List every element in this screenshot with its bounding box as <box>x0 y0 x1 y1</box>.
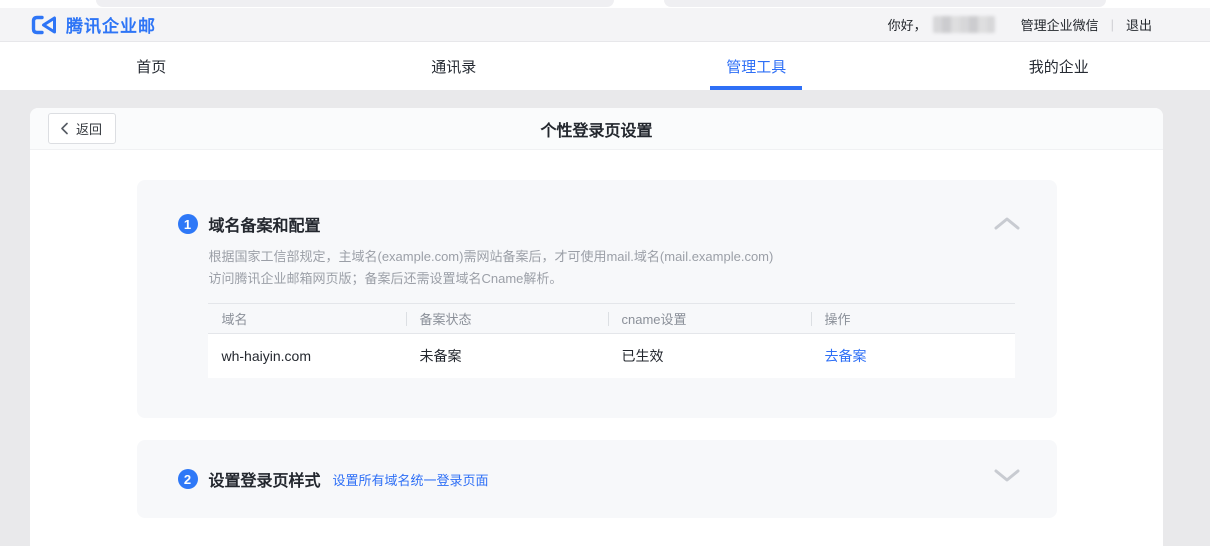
chevron-left-icon <box>60 122 69 135</box>
domain-table-header: 域名 备案状态 cname设置 操作 <box>208 303 1015 334</box>
chevron-down-icon[interactable] <box>994 468 1020 483</box>
section1-description-line2: 访问腾讯企业邮箱网页版；备案后还需设置域名Cname解析。 <box>209 268 1017 290</box>
cell-icp-status: 未备案 <box>406 346 608 366</box>
chevron-up-icon[interactable] <box>994 216 1020 231</box>
nav-tab-admin-tools[interactable]: 管理工具 <box>605 42 908 90</box>
section1-title: 域名备案和配置 <box>209 212 321 236</box>
topbar-right: 你好， 管理企业微信 | 退出 <box>888 15 1152 34</box>
back-button-label: 返回 <box>76 119 102 138</box>
nav-tab-home[interactable]: 首页 <box>0 42 303 90</box>
browser-remnant-strip <box>0 0 1210 8</box>
exmail-logo-icon <box>30 14 58 36</box>
cell-cname-status: 已生效 <box>608 346 811 366</box>
section1-description-line1: 根据国家工信部规定，主域名(example.com)需网站备案后，才可使用mai… <box>209 246 1017 268</box>
cell-domain: wh-haiyin.com <box>208 348 406 364</box>
exmail-logo-text: 腾讯企业邮 <box>66 12 156 37</box>
logout-link[interactable]: 退出 <box>1126 15 1152 34</box>
content-panel: 返回 个性登录页设置 1 域名备案和配置 根据国家工信部规定，主域名(examp… <box>30 108 1163 546</box>
section2-title: 设置登录页样式 <box>209 467 321 491</box>
domain-table: 域名 备案状态 cname设置 操作 wh-haiyin.com 未备案 已生效… <box>208 303 1015 378</box>
main-area: 返回 个性登录页设置 1 域名备案和配置 根据国家工信部规定，主域名(examp… <box>0 90 1210 546</box>
back-button[interactable]: 返回 <box>48 113 116 144</box>
page-body: 1 域名备案和配置 根据国家工信部规定，主域名(example.com)需网站备… <box>30 150 1163 518</box>
unified-login-page-link[interactable]: 设置所有域名统一登录页面 <box>333 470 489 489</box>
section-login-style-card: 2 设置登录页样式 设置所有域名统一登录页面 <box>137 440 1057 518</box>
col-header-icp-status: 备案状态 <box>406 304 608 333</box>
go-icp-filing-link[interactable]: 去备案 <box>825 348 867 364</box>
page-header: 返回 个性登录页设置 <box>30 108 1163 150</box>
browser-remnant-left <box>96 0 614 7</box>
nav-tab-contacts[interactable]: 通讯录 <box>303 42 606 90</box>
section2-header: 2 设置登录页样式 设置所有域名统一登录页面 <box>178 467 1017 491</box>
section1-header: 1 域名备案和配置 <box>178 212 1017 236</box>
exmail-logo: 腾讯企业邮 <box>30 12 156 37</box>
section1-description: 根据国家工信部规定，主域名(example.com)需网站备案后，才可使用mai… <box>209 246 1017 290</box>
page-title: 个性登录页设置 <box>540 117 652 141</box>
section-domain-icp-card: 1 域名备案和配置 根据国家工信部规定，主域名(example.com)需网站备… <box>137 180 1057 418</box>
manage-wechat-link[interactable]: 管理企业微信 <box>1021 15 1099 34</box>
col-header-domain: 域名 <box>208 304 406 333</box>
nav-tab-my-company[interactable]: 我的企业 <box>908 42 1210 90</box>
table-row: wh-haiyin.com 未备案 已生效 去备案 <box>208 334 1015 378</box>
step-1-badge: 1 <box>178 214 198 234</box>
browser-remnant-right <box>664 0 1106 7</box>
col-header-action: 操作 <box>811 304 1015 333</box>
username-redacted <box>933 16 995 33</box>
greeting-text: 你好， <box>888 15 927 34</box>
topbar-divider: | <box>1111 17 1114 32</box>
step-2-badge: 2 <box>178 469 198 489</box>
col-header-cname: cname设置 <box>608 304 811 333</box>
topbar: 腾讯企业邮 你好， 管理企业微信 | 退出 <box>0 8 1210 42</box>
main-nav: 首页 通讯录 管理工具 我的企业 <box>0 42 1210 90</box>
